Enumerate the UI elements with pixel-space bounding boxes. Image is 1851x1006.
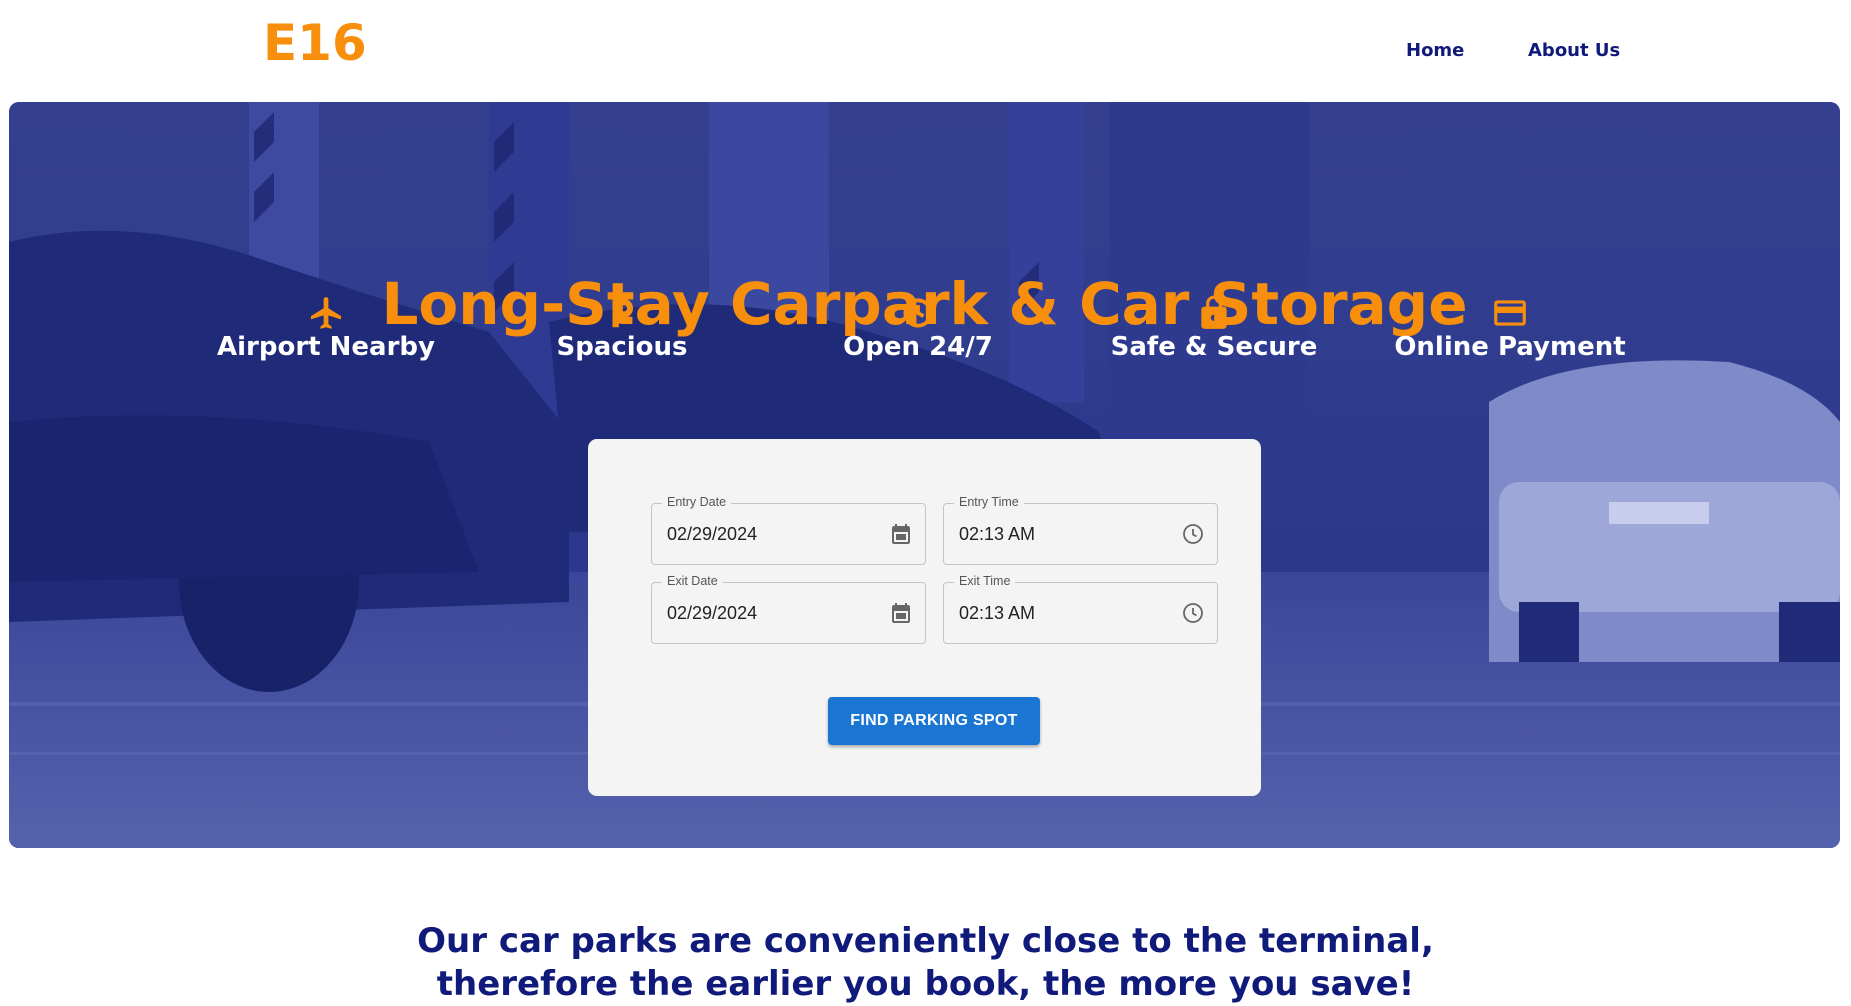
- tagline-line-1: Our car parks are conveniently close to …: [417, 921, 1434, 961]
- clock-icon: [903, 298, 933, 328]
- exit-date-value[interactable]: 02/29/2024: [667, 603, 757, 624]
- feature-airport-nearby: Airport Nearby: [176, 294, 476, 362]
- find-parking-spot-button[interactable]: FIND PARKING SPOT: [828, 697, 1040, 745]
- clock-icon[interactable]: [1181, 522, 1205, 546]
- entry-time-value[interactable]: 02:13 AM: [959, 524, 1035, 545]
- nav-about-link[interactable]: About Us: [1528, 40, 1620, 61]
- feature-label: Spacious: [556, 332, 688, 362]
- booking-form-card: Entry Date 02/29/2024 Entry Time 02:13 A…: [588, 439, 1261, 796]
- entry-date-label: Entry Date: [662, 495, 732, 509]
- hero-section: Long-Stay Carpark & Car Storage Airport …: [9, 102, 1840, 848]
- exit-time-value[interactable]: 02:13 AM: [959, 603, 1035, 624]
- entry-time-label: Entry Time: [954, 495, 1024, 509]
- tagline: Our car parks are conveniently close to …: [0, 920, 1851, 1006]
- lock-icon: [1201, 295, 1227, 329]
- parking-icon: [612, 298, 634, 328]
- entry-date-value[interactable]: 02/29/2024: [667, 524, 757, 545]
- feature-spacious: Spacious: [472, 294, 772, 362]
- tagline-line-2: therefore the earlier you book, the more…: [436, 964, 1415, 1004]
- feature-label: Open 24/7: [843, 332, 993, 362]
- feature-label: Online Payment: [1394, 332, 1626, 362]
- site-header: E16 Home About Us: [0, 0, 1851, 102]
- credit-card-icon: [1494, 300, 1526, 326]
- calendar-icon[interactable]: [889, 522, 913, 546]
- site-logo[interactable]: E16: [263, 14, 367, 72]
- exit-time-label: Exit Time: [954, 574, 1016, 588]
- nav-home-link[interactable]: Home: [1406, 40, 1464, 61]
- feature-open-24-7: Open 24/7: [768, 294, 1068, 362]
- airplane-icon: [310, 297, 342, 329]
- entry-time-field[interactable]: Entry Time 02:13 AM: [943, 495, 1218, 565]
- exit-date-label: Exit Date: [662, 574, 723, 588]
- entry-date-field[interactable]: Entry Date 02/29/2024: [651, 495, 926, 565]
- clock-icon[interactable]: [1181, 601, 1205, 625]
- feature-safe-secure: Safe & Secure: [1064, 294, 1364, 362]
- feature-online-payment: Online Payment: [1360, 294, 1660, 362]
- exit-date-field[interactable]: Exit Date 02/29/2024: [651, 574, 926, 644]
- feature-label: Safe & Secure: [1110, 332, 1318, 362]
- exit-time-field[interactable]: Exit Time 02:13 AM: [943, 574, 1218, 644]
- calendar-icon[interactable]: [889, 601, 913, 625]
- feature-label: Airport Nearby: [217, 332, 435, 362]
